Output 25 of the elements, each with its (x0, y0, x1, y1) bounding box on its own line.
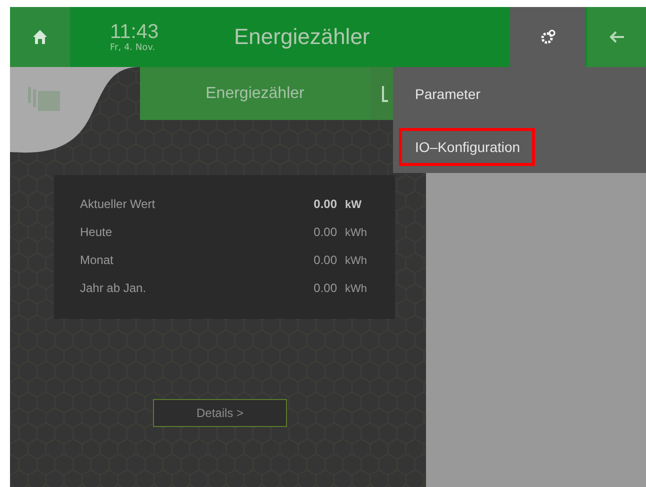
reading-label: Aktueller Wert (80, 197, 156, 211)
reading-unit: kWh (345, 227, 368, 239)
clock-time: 11:43 (110, 22, 160, 42)
settings-button[interactable] (510, 7, 585, 67)
reading-value: 0.00 (312, 281, 337, 295)
reading-value: 0.00 (312, 225, 337, 239)
page-title: Energiezähler (234, 24, 370, 50)
clock-date: Fr, 4. Nov. (110, 44, 156, 52)
reading-value: 0.00 (312, 253, 337, 267)
reading-label: Heute (80, 225, 114, 239)
reading-unit: kWh (345, 283, 368, 295)
reading-unit: kWh (345, 255, 368, 267)
reading-label: Monat (80, 253, 114, 267)
settings-icon (540, 29, 556, 45)
menu-item[interactable]: Parameter (399, 74, 496, 112)
menu-item[interactable]: IO–Konfiguration (399, 128, 536, 166)
meter-icon (26, 85, 62, 113)
details-button[interactable]: Details > (153, 399, 287, 427)
home-icon (32, 29, 48, 45)
back-button[interactable] (587, 7, 646, 67)
back-arrow-icon (608, 30, 624, 44)
reading-unit: kW (345, 199, 362, 211)
reading-label: Jahr ab Jan. (80, 281, 148, 295)
home-button[interactable] (10, 7, 70, 67)
reading-value: 0.00 (312, 197, 337, 211)
